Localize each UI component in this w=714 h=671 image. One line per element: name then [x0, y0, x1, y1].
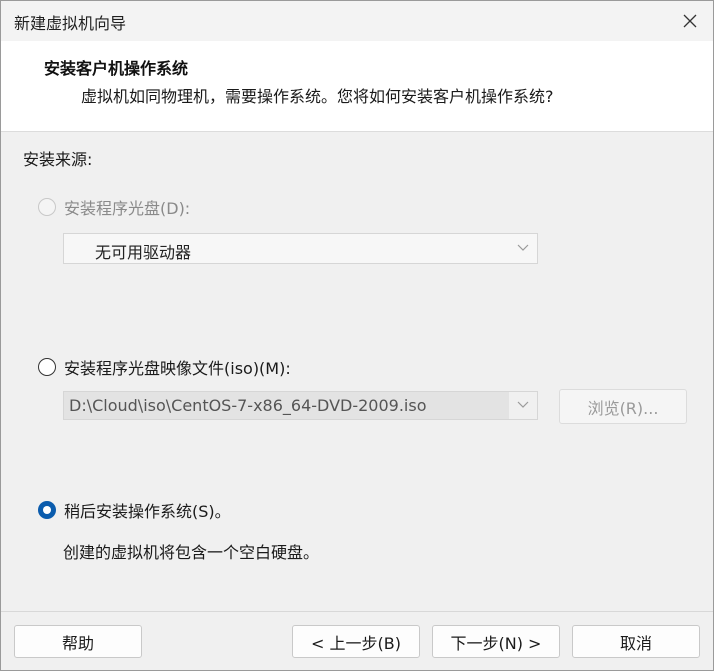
drive-select-value: 无可用驱动器 — [95, 243, 192, 262]
disc-radio-button[interactable] — [38, 198, 56, 216]
page-title: 安装客户机操作系统 — [44, 59, 189, 78]
cancel-button[interactable]: 取消 — [572, 625, 700, 658]
chevron-down-icon — [517, 244, 529, 251]
drive-select[interactable]: 无可用驱动器 — [63, 233, 538, 264]
disc-radio-label: 安装程序光盘(D): — [64, 199, 191, 218]
radio-option-disc[interactable]: 安装程序光盘(D): — [38, 195, 190, 219]
iso-radio-button[interactable] — [38, 358, 56, 376]
close-button[interactable] — [667, 1, 713, 41]
new-vm-wizard-window: 新建虚拟机向导 安装客户机操作系统 虚拟机如同物理机，需要操作系统。您将如何安装… — [0, 0, 714, 671]
wizard-header: 安装客户机操作系统 虚拟机如同物理机，需要操作系统。您将如何安装客户机操作系统? — [1, 41, 713, 132]
iso-radio-label: 安装程序光盘映像文件(iso)(M): — [64, 359, 291, 378]
browse-button[interactable]: 浏览(R)... — [559, 389, 687, 424]
page-subtitle: 虚拟机如同物理机，需要操作系统。您将如何安装客户机操作系统? — [81, 87, 554, 106]
close-icon — [683, 14, 697, 28]
next-button[interactable]: 下一步(N) > — [432, 625, 560, 658]
radio-option-iso[interactable]: 安装程序光盘映像文件(iso)(M): — [38, 355, 291, 379]
later-radio-button[interactable] — [38, 501, 56, 519]
iso-path-value: D:\Cloud\iso\CentOS-7-x86_64-DVD-2009.is… — [69, 396, 427, 415]
later-radio-label: 稍后安装操作系统(S)。 — [64, 502, 231, 521]
radio-option-later[interactable]: 稍后安装操作系统(S)。 — [38, 498, 231, 522]
iso-path-input[interactable]: D:\Cloud\iso\CentOS-7-x86_64-DVD-2009.is… — [63, 391, 538, 420]
help-button[interactable]: 帮助 — [14, 625, 142, 658]
install-source-label: 安装来源: — [23, 150, 93, 169]
title-bar: 新建虚拟机向导 — [1, 1, 713, 41]
blank-disk-note: 创建的虚拟机将包含一个空白硬盘。 — [63, 543, 320, 562]
chevron-down-icon — [517, 401, 529, 408]
back-button[interactable]: < 上一步(B) — [292, 625, 420, 658]
window-title: 新建虚拟机向导 — [14, 14, 127, 33]
